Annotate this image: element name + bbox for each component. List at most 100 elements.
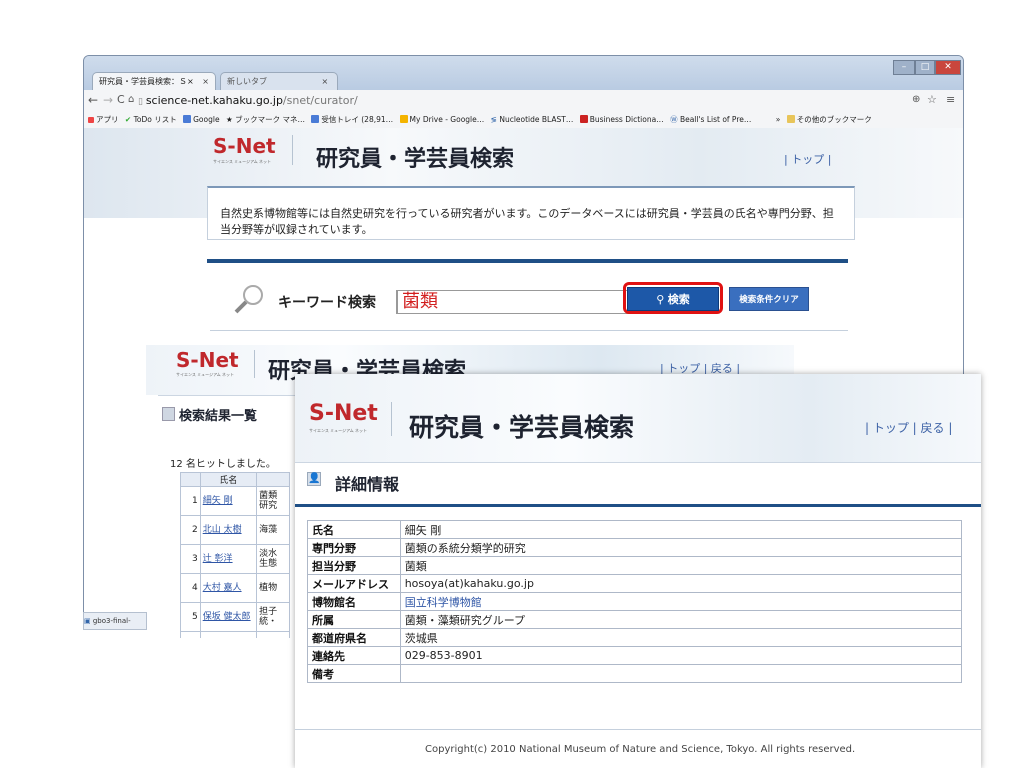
bookmark-label: ToDo リスト: [133, 115, 177, 124]
page-title: 研究員・学芸員検索: [409, 413, 635, 442]
bookmark-other[interactable]: その他のブックマーク: [786, 112, 872, 128]
researcher-name-link[interactable]: 北山 太樹: [199, 515, 258, 545]
bookmark-google[interactable]: Google: [183, 112, 220, 128]
field-cell: 担子 統・: [256, 602, 290, 632]
detail-value[interactable]: 国立科学博物館: [399, 592, 963, 611]
field-cell: 海藻: [256, 515, 290, 545]
back-icon[interactable]: ←: [88, 93, 98, 107]
snet-logo[interactable]: S-Net: [176, 348, 239, 372]
detail-key: 連絡先: [307, 646, 401, 665]
bookmark-label: Nucleotide BLAST…: [499, 115, 574, 124]
star-icon[interactable]: ☆: [927, 93, 937, 107]
snet-logo-subtitle: サイエンス ミュージアム ネット: [309, 428, 368, 433]
top-back-links[interactable]: | トップ | 戻る |: [865, 419, 952, 436]
maximize-button[interactable]: □: [915, 60, 935, 75]
detail-table: 氏名 細矢 剛専門分野 菌類の系統分類学的研究 担当分野 菌類 メールアドレス hosoya…: [307, 520, 963, 683]
detail-row: 氏名 細矢 剛: [307, 520, 963, 539]
detail-heading: 詳細情報: [335, 475, 400, 494]
bookmark-blast[interactable]: ≶ Nucleotide BLAST…: [491, 112, 574, 128]
check-icon: ✔: [124, 115, 132, 124]
researcher-name-link[interactable]: 保坂 健太郎: [199, 602, 258, 632]
search-input[interactable]: 菌類: [396, 290, 634, 314]
tab-label: 研究員・学芸員検索：Ｓ×: [99, 77, 194, 86]
researcher-name-link[interactable]: 辻 彰洋: [199, 544, 258, 574]
url-path: /snet/curator/: [282, 94, 358, 107]
menu-icon[interactable]: ≡: [946, 93, 955, 107]
detail-value: 菌類の系統分類学的研究: [399, 538, 963, 557]
bookmark-drive[interactable]: My Drive - Google…: [399, 112, 484, 128]
bookmark-label: その他のブックマーク: [796, 115, 872, 124]
bookmark-label: Google: [193, 115, 220, 124]
bookmark-dictionary[interactable]: Business Dictiona…: [579, 112, 664, 128]
url-host: science-net.kahaku.go.jp: [145, 94, 283, 107]
field-cell: 菌類: [256, 631, 290, 638]
tab-active[interactable]: 研究員・学芸員検索：Ｓ× ×: [92, 72, 216, 90]
table-row: 3辻 彰洋 淡水 生態: [180, 544, 290, 574]
search-icon: [234, 285, 263, 314]
home-icon[interactable]: ⌂: [128, 93, 134, 107]
overflow-chevron-icon[interactable]: »: [776, 112, 781, 128]
researcher-name-link[interactable]: 大村 嘉人: [199, 573, 258, 603]
header-background: [295, 374, 981, 462]
folder-icon: [786, 115, 795, 123]
section-bar: [207, 259, 848, 263]
tab-new[interactable]: 新しいタブ ×: [220, 72, 338, 90]
results-heading: 検索結果一覧: [179, 409, 258, 424]
hit-count: 12 名ヒットしました。: [170, 459, 276, 470]
close-window-button[interactable]: ✕: [935, 60, 961, 75]
table-row: 5 保坂 健太郎 担子 統・: [180, 602, 290, 632]
google-icon: [183, 115, 192, 123]
detail-key: 備考: [307, 664, 401, 683]
detail-row: 担当分野 菌類: [307, 556, 963, 575]
divider: [295, 729, 981, 730]
mail-icon: [311, 115, 320, 123]
bookmark-label: Business Dictiona…: [589, 115, 664, 124]
detail-value: 菌類・藻類研究グループ: [399, 610, 963, 629]
detail-value: 茨城県: [399, 628, 963, 647]
clear-conditions-button[interactable]: 検索条件クリア: [729, 287, 809, 311]
detail-key: 専門分野: [307, 538, 401, 557]
snet-logo[interactable]: S-Net: [213, 134, 276, 158]
detail-value: [399, 664, 963, 683]
detail-row: 博物館名 国立科学博物館: [307, 592, 963, 611]
dna-icon: ≶: [490, 115, 497, 124]
search-button[interactable]: ⚲ 検索: [627, 287, 719, 311]
detail-key: 担当分野: [307, 556, 401, 575]
field-cell: 菌類 研究: [256, 486, 290, 516]
detail-row: 都道府県名 茨城県: [307, 628, 963, 647]
address-bar[interactable]: ▯ science-net.kahaku.go.jp/snet/curator/: [138, 92, 908, 109]
description-text: 自然史系博物館等には自然史研究を行っている研究者がいます。このデータベースには研…: [220, 207, 834, 236]
top-link[interactable]: | トップ |: [784, 151, 831, 167]
col-field: [256, 472, 290, 487]
browser-toolbar: ← → C ⌂ ▯ science-net.kahaku.go.jp/snet/…: [84, 90, 963, 113]
taskbar-item[interactable]: ▣ gbo3-final-: [83, 612, 147, 630]
row-number: 5: [180, 602, 201, 632]
zoom-icon[interactable]: ⊕: [912, 93, 920, 107]
snet-logo[interactable]: S-Net: [309, 401, 378, 426]
researcher-name-link[interactable]: 佐久間 大輔: [199, 631, 258, 638]
section-bar: [295, 504, 981, 507]
bookmark-inbox[interactable]: 受信トレイ (28,91…: [311, 112, 393, 128]
reload-icon[interactable]: C: [117, 93, 125, 107]
col-name: 氏名: [199, 472, 258, 487]
search-icon: ⚲: [656, 293, 668, 306]
close-icon[interactable]: ×: [202, 77, 209, 86]
detail-body: 氏名 細矢 剛専門分野 菌類の系統分類学的研究 担当分野 菌類 メールアドレス hosoya…: [307, 520, 963, 683]
bookmark-manager[interactable]: ★ ブックマーク マネ…: [226, 112, 305, 128]
bookmark-todo[interactable]: ✔ ToDo リスト: [125, 112, 177, 128]
minimize-button[interactable]: –: [893, 60, 915, 75]
bookmark-bealls[interactable]: Ⓦ Beall's List of Pre…: [670, 112, 751, 128]
detail-row: 専門分野 菌類の系統分類学的研究: [307, 538, 963, 557]
snet-logo-subtitle: サイエンス ミュージアム ネット: [176, 372, 235, 377]
detail-key: 所属: [307, 610, 401, 629]
file-icon: ▣: [84, 617, 93, 625]
close-icon[interactable]: ×: [322, 77, 329, 86]
bookmark-apps[interactable]: アプリ: [88, 112, 119, 128]
tab-strip: 研究員・学芸員検索：Ｓ× × 新しいタブ × – □ ✕: [84, 56, 963, 90]
row-number: 3: [180, 544, 201, 574]
detail-screenshot: S-Net サイエンス ミュージアム ネット 研究員・学芸員検索 | トップ |…: [295, 374, 981, 768]
detail-row: メールアドレス hosoya(at)kahaku.go.jp: [307, 574, 963, 593]
drive-icon: [399, 115, 408, 123]
researcher-name-link[interactable]: 細矢 剛: [199, 486, 258, 516]
forward-icon[interactable]: →: [103, 93, 113, 107]
